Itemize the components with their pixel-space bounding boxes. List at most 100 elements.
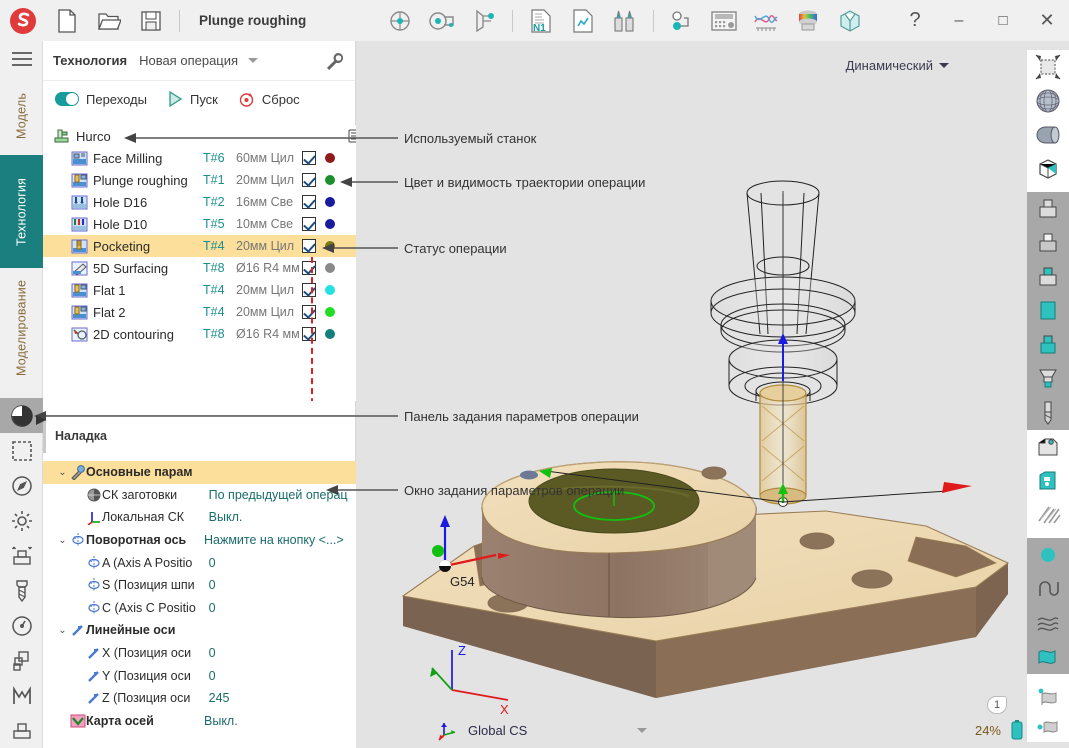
parameter-value[interactable]: 0 xyxy=(209,646,356,660)
parameter-value[interactable]: Выкл. xyxy=(204,714,356,728)
cutting-tool-icon[interactable] xyxy=(0,573,43,608)
3d-viewport[interactable]: Динамический xyxy=(356,41,1069,748)
compass-icon[interactable] xyxy=(0,468,43,503)
parameter-row[interactable]: СК заготовкиПо предыдущей операц xyxy=(43,484,356,507)
save-disk-icon[interactable] xyxy=(130,0,172,41)
parameter-row[interactable]: Y (Позиция оси0 xyxy=(43,664,356,687)
operation-visibility-checkbox[interactable] xyxy=(302,239,316,253)
fixture-teal-icon[interactable] xyxy=(1027,464,1069,498)
parameter-row[interactable]: A (Axis A Positio0 xyxy=(43,551,356,574)
stock-cone-icon[interactable] xyxy=(1027,362,1069,396)
expander-chevron-icon[interactable]: ⌄ xyxy=(55,625,70,636)
parameter-value[interactable]: 0 xyxy=(209,556,356,570)
operation-color-swatch[interactable] xyxy=(325,329,335,339)
report-chart-icon[interactable] xyxy=(562,0,604,41)
parameter-value[interactable]: Выкл. xyxy=(209,510,356,524)
fit-to-screen-icon[interactable] xyxy=(1027,50,1069,84)
control-panel-icon[interactable] xyxy=(703,0,745,41)
maximize-button[interactable]: □ xyxy=(981,0,1025,41)
parameters-tree[interactable]: ⌄Основные парамСК заготовкиПо предыдущей… xyxy=(43,461,356,748)
parameter-value[interactable]: 245 xyxy=(209,691,356,705)
operation-select[interactable]: Новая операция xyxy=(139,53,258,68)
coordinate-system-chevron-down-icon[interactable] xyxy=(637,728,647,733)
open-folder-icon[interactable] xyxy=(88,0,130,41)
new-file-icon[interactable] xyxy=(46,0,88,41)
tool-bit-icon[interactable] xyxy=(1027,396,1069,430)
shaded-sphere-icon[interactable] xyxy=(1027,84,1069,118)
surface-flag-icon[interactable] xyxy=(1027,680,1069,714)
operation-color-swatch[interactable] xyxy=(325,241,335,251)
surface-teal-icon[interactable] xyxy=(1027,640,1069,674)
rubber-band-select-icon[interactable] xyxy=(0,433,43,468)
operation-row[interactable]: Plunge roughingT#120мм Цил xyxy=(43,169,356,191)
stock-shaded-icon[interactable] xyxy=(1027,226,1069,260)
operation-visibility-checkbox[interactable] xyxy=(302,217,316,231)
reset-button[interactable]: Сброс xyxy=(238,91,300,108)
gear-settings-icon[interactable] xyxy=(0,503,43,538)
speed-gauge-icon[interactable] xyxy=(0,608,43,643)
sidebar-tab-simulation[interactable]: Моделирование xyxy=(0,268,43,388)
n1-page-icon[interactable]: N1 xyxy=(520,0,562,41)
sidebar-tab-technology[interactable]: Технология xyxy=(0,155,43,268)
operation-row[interactable]: 5D SurfacingT#8Ø16 R4 мм xyxy=(43,257,356,279)
operation-color-swatch[interactable] xyxy=(325,197,335,207)
arc-path-icon[interactable] xyxy=(1027,572,1069,606)
operation-row[interactable]: PocketingT#420мм Цил xyxy=(43,235,356,257)
operation-row[interactable]: Face MillingT#660мм Цил xyxy=(43,147,356,169)
help-button[interactable]: ? xyxy=(893,0,937,41)
sidebar-tab-model[interactable]: Модель xyxy=(0,77,43,155)
multi-surface-icon[interactable] xyxy=(1027,606,1069,640)
close-button[interactable]: ✕ xyxy=(1025,0,1069,41)
point-dot-icon[interactable] xyxy=(1027,538,1069,572)
start-button[interactable]: Пуск xyxy=(167,91,218,107)
operation-visibility-checkbox[interactable] xyxy=(302,151,316,165)
machine-m-icon[interactable] xyxy=(0,678,43,713)
parameter-value[interactable]: По предыдущей операц xyxy=(209,488,356,502)
parameter-row[interactable]: Z (Позиция оси245 xyxy=(43,687,356,710)
stock-colors-icon[interactable] xyxy=(787,0,829,41)
parameter-row[interactable]: Локальная СКВыкл. xyxy=(43,506,356,529)
operation-row[interactable]: 2D contouringT#8Ø16 R4 мм xyxy=(43,323,356,345)
operation-visibility-checkbox[interactable] xyxy=(302,195,316,209)
wireframe-box-icon[interactable] xyxy=(1027,152,1069,186)
parameter-value[interactable]: Нажмите на кнопку <...> xyxy=(204,533,356,547)
operation-visibility-checkbox[interactable] xyxy=(302,283,316,297)
parameter-row[interactable]: ⌄Основные парам xyxy=(43,461,356,484)
machine-row[interactable]: Hurco xyxy=(43,125,356,147)
panel-splitter[interactable] xyxy=(43,415,356,416)
parameter-row[interactable]: S (Позиция шпи0 xyxy=(43,574,356,597)
layers-icon[interactable] xyxy=(0,643,43,678)
expander-chevron-icon[interactable]: ⌄ xyxy=(55,467,70,478)
stock-half-icon[interactable] xyxy=(1027,260,1069,294)
operation-row[interactable]: Hole D16T#216мм Све xyxy=(43,191,356,213)
operation-visibility-checkbox[interactable] xyxy=(302,173,316,187)
caliper-icon[interactable] xyxy=(463,0,505,41)
nc-program-icon[interactable] xyxy=(379,0,421,41)
parameter-row[interactable]: X (Позиция оси0 xyxy=(43,642,356,665)
fixture-icon[interactable] xyxy=(0,713,43,748)
operation-color-swatch[interactable] xyxy=(325,175,335,185)
parameter-value[interactable]: 0 xyxy=(209,601,356,615)
measure-icon[interactable] xyxy=(421,0,463,41)
hatch-icon[interactable] xyxy=(1027,498,1069,532)
parameter-row[interactable]: ⌄Линейные оси xyxy=(43,619,356,642)
panel-scroll-handle[interactable] xyxy=(348,129,356,143)
operation-row[interactable]: Hole D10T#510мм Све xyxy=(43,213,356,235)
operations-tree[interactable]: Hurco Face MillingT#660мм ЦилPlunge roug… xyxy=(43,125,356,401)
wrench-icon[interactable] xyxy=(325,51,345,71)
operation-color-swatch[interactable] xyxy=(325,307,335,317)
operation-visibility-checkbox[interactable] xyxy=(302,327,316,341)
transitions-toggle[interactable]: Переходы xyxy=(55,92,147,107)
menu-icon[interactable] xyxy=(0,41,43,77)
operation-row[interactable]: Flat 2T#420мм Цил xyxy=(43,301,356,323)
parameter-value[interactable]: 0 xyxy=(209,578,356,592)
stock-setup-icon[interactable] xyxy=(0,538,43,573)
operation-visibility-checkbox[interactable] xyxy=(302,261,316,275)
parameter-row[interactable]: C (Axis C Positio0 xyxy=(43,597,356,620)
expander-chevron-icon[interactable]: ⌄ xyxy=(55,535,70,546)
stock-solid-icon[interactable] xyxy=(1027,294,1069,328)
node-link-icon[interactable] xyxy=(661,0,703,41)
select-sphere-icon[interactable] xyxy=(0,398,43,433)
stock-outline-icon[interactable] xyxy=(1027,192,1069,226)
operation-visibility-checkbox[interactable] xyxy=(302,305,316,319)
